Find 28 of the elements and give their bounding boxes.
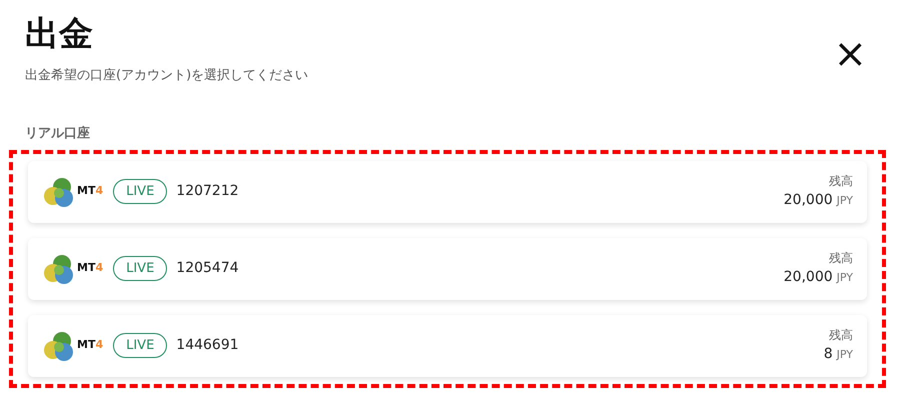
balance-label: 残高 [829,250,853,267]
account-card[interactable]: MT4 LIVE 1205474 残高 20,000 JPY [28,238,867,300]
currency-label: JPY [836,270,853,286]
platform-label: MT4 [77,260,104,276]
currency-label: JPY [836,347,853,363]
platform-label: MT4 [77,183,104,200]
account-number: 1207212 [176,182,239,201]
balance-amount: 8 [824,345,833,364]
mt4-logo-icon [42,330,76,362]
platform-label: MT4 [77,337,104,354]
mt4-logo-icon [42,176,76,208]
account-card[interactable]: MT4 LIVE 1207212 残高 20,000 JPY [28,160,867,222]
balance-amount: 20,000 [784,191,833,210]
balance-amount: 20,000 [784,268,833,287]
page-title: 出金 [25,13,93,56]
live-badge: LIVE [113,332,168,358]
currency-label: JPY [836,193,853,209]
page-subtitle: 出金希望の口座(アカウント)を選択してください [25,67,308,85]
live-badge: LIVE [113,256,168,282]
account-card[interactable]: MT4 LIVE 1446691 残高 8 JPY [28,314,867,376]
live-badge: LIVE [113,178,168,204]
balance-label: 残高 [829,173,853,190]
account-number: 1446691 [176,336,239,355]
section-label: リアル口座 [25,126,90,140]
close-button[interactable]: × [833,34,867,74]
mt4-logo-icon [42,252,76,284]
balance-label: 残高 [829,327,853,344]
account-number: 1205474 [176,259,239,278]
